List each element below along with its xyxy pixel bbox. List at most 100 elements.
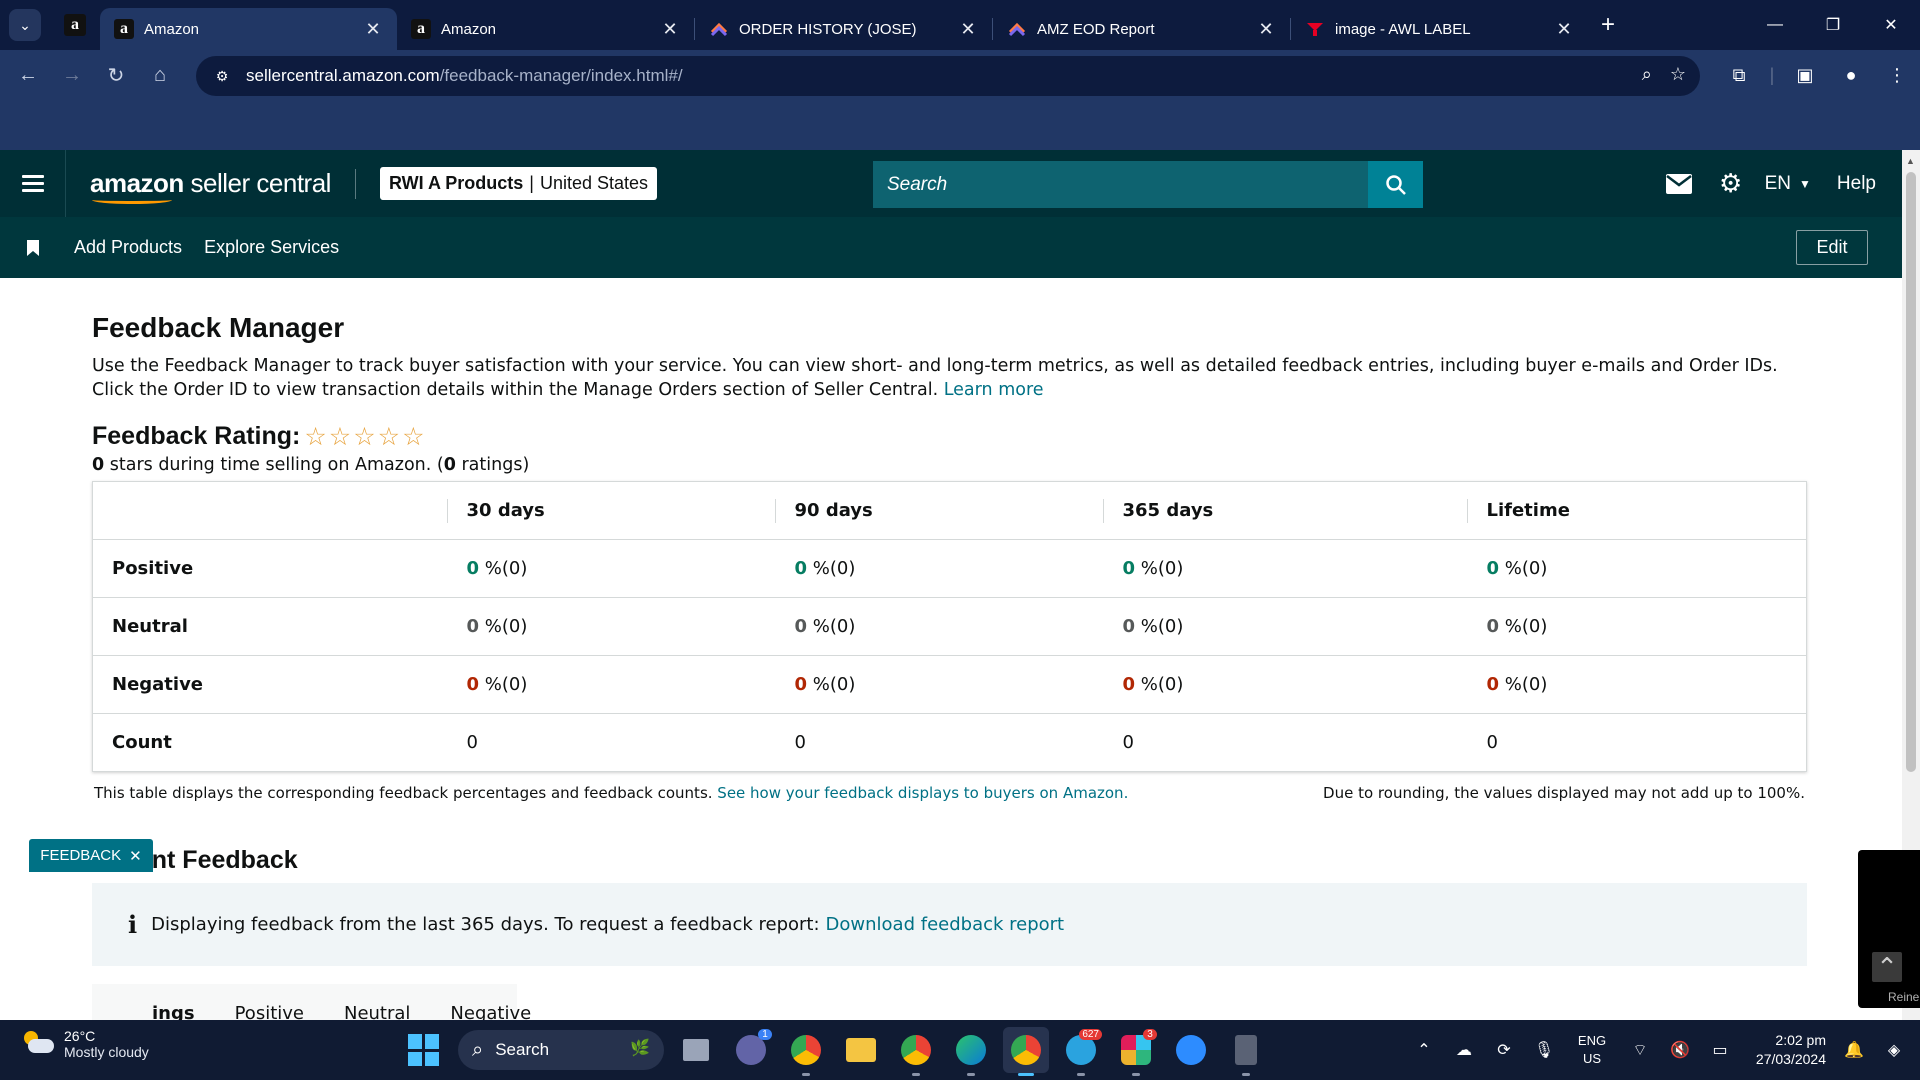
- reload-icon[interactable]: ↻: [94, 55, 138, 95]
- back-icon[interactable]: ←: [6, 55, 50, 95]
- calculator-icon[interactable]: [1223, 1027, 1269, 1076]
- zoom-icon[interactable]: ⌕: [1642, 64, 1652, 85]
- close-window-icon[interactable]: ✕: [1862, 0, 1920, 50]
- tab-order-history[interactable]: ORDER HISTORY (JOSE) ✕: [695, 8, 992, 50]
- edge-icon[interactable]: [948, 1027, 994, 1076]
- chevron-down-icon: ⌄: [9, 9, 41, 41]
- row-label: Negative: [92, 655, 447, 714]
- download-report-link[interactable]: Download feedback report: [826, 914, 1065, 935]
- close-icon[interactable]: ✕: [363, 19, 383, 40]
- account-name: RWI A Products: [388, 173, 524, 193]
- table-cell: 0 %(0): [774, 655, 1103, 714]
- explore-services-link[interactable]: Explore Services: [204, 237, 339, 258]
- home-icon[interactable]: ⌂: [138, 55, 182, 95]
- windows-start-icon[interactable]: [408, 1034, 440, 1066]
- pinned-tab[interactable]: a: [50, 0, 100, 50]
- table-cell: 0 %(0): [1466, 539, 1807, 598]
- slack-icon[interactable]: 3: [1113, 1027, 1159, 1076]
- account-switcher[interactable]: RWI A Products | United States: [379, 167, 658, 200]
- seller-central-logo[interactable]: amazon seller central: [90, 168, 331, 204]
- rating-stars: ☆ ☆ ☆ ☆ ☆: [304, 422, 424, 451]
- close-icon[interactable]: ✕: [1554, 19, 1574, 40]
- intro-text: Use the Feedback Manager to track buyer …: [92, 354, 1812, 402]
- lang-primary: ENG: [1577, 1033, 1607, 1048]
- info-text: Displaying feedback from the last 365 da…: [151, 914, 820, 935]
- tab-search-button[interactable]: ⌄: [0, 0, 50, 50]
- telegram-icon[interactable]: 627: [1058, 1027, 1104, 1076]
- close-icon[interactable]: ✕: [660, 19, 680, 40]
- feedback-widget-tab[interactable]: FEEDBACK ✕: [29, 839, 153, 872]
- tab-negative[interactable]: Negative: [450, 1003, 531, 1020]
- chevron-up-icon[interactable]: ⌃: [1872, 952, 1902, 982]
- feedback-rating: Feedback Rating: ☆ ☆ ☆ ☆ ☆: [92, 422, 1807, 451]
- site-info-icon[interactable]: ⚙: [210, 64, 234, 88]
- onedrive-cloud-icon[interactable]: ☁: [1444, 1040, 1484, 1060]
- lang-region: US: [1582, 1051, 1602, 1066]
- search-input[interactable]: Search: [873, 161, 1368, 208]
- close-icon[interactable]: ✕: [129, 847, 142, 865]
- url-text[interactable]: sellercentral.amazon.com/feedback-manage…: [246, 66, 683, 86]
- bookmark-star-icon[interactable]: ☆: [1670, 64, 1686, 85]
- file-explorer-icon[interactable]: [838, 1027, 884, 1073]
- tab-awl-label[interactable]: image - AWL LABEL ✕: [1291, 8, 1588, 50]
- tab-positive[interactable]: Positive: [235, 1003, 304, 1020]
- menu-icon[interactable]: ⋮: [1874, 65, 1920, 86]
- side-panel-icon[interactable]: ▣: [1782, 65, 1828, 86]
- search-button[interactable]: [1368, 161, 1423, 208]
- tab-neutral[interactable]: Neutral: [344, 1003, 410, 1020]
- scroll-up-icon[interactable]: ▲: [1906, 156, 1915, 166]
- address-bar[interactable]: ⚙ sellercentral.amazon.com/feedback-mana…: [196, 56, 1700, 96]
- add-products-link[interactable]: Add Products: [74, 237, 182, 258]
- edit-button[interactable]: Edit: [1796, 230, 1868, 265]
- tab-all-ratings[interactable]: ings: [152, 1003, 195, 1020]
- settings-gear-icon[interactable]: ⚙: [1705, 168, 1757, 199]
- battery-icon[interactable]: ▭: [1700, 1040, 1740, 1060]
- rounding-note: Due to rounding, the values displayed ma…: [1323, 784, 1805, 802]
- weather-widget[interactable]: 26°C Mostly cloudy: [20, 1028, 149, 1060]
- profile-icon[interactable]: ●: [1828, 65, 1874, 86]
- forward-icon[interactable]: →: [50, 55, 94, 95]
- hamburger-menu-icon[interactable]: [0, 150, 66, 217]
- web-page: amazon seller central RWI A Products | U…: [0, 150, 1902, 1020]
- teams-icon[interactable]: 1: [728, 1027, 774, 1073]
- volume-muted-icon[interactable]: 🔇: [1660, 1040, 1700, 1060]
- chrome-profile-icon[interactable]: [893, 1027, 939, 1076]
- mail-icon[interactable]: [1653, 173, 1705, 194]
- learn-more-link[interactable]: Learn more: [944, 380, 1044, 400]
- chrome-icon[interactable]: [783, 1027, 829, 1076]
- chevron-up-icon[interactable]: ⌃: [1404, 1040, 1444, 1060]
- floating-side-panel[interactable]: ⌃ Reine: [1858, 850, 1920, 1008]
- close-icon[interactable]: ✕: [1256, 19, 1276, 40]
- tab-amazon-active[interactable]: a Amazon ✕: [100, 8, 397, 50]
- feedback-display-link[interactable]: See how your feedback displays to buyers…: [717, 784, 1128, 802]
- microphone-icon[interactable]: 🎙: [1524, 1040, 1564, 1060]
- star-empty-icon: ☆: [353, 422, 376, 451]
- minimize-icon[interactable]: —: [1746, 0, 1804, 50]
- chrome-active-icon[interactable]: [1003, 1027, 1049, 1076]
- zoom-icon[interactable]: [1168, 1027, 1214, 1073]
- tab-eod-report[interactable]: AMZ EOD Report ✕: [993, 8, 1290, 50]
- wifi-icon[interactable]: ⌔: [1620, 1040, 1660, 1060]
- help-link[interactable]: Help: [1837, 173, 1876, 195]
- clickup-icon: [1008, 22, 1026, 37]
- copilot-icon[interactable]: ◈: [1874, 1040, 1914, 1060]
- sync-icon[interactable]: ⟳: [1484, 1040, 1524, 1060]
- extensions-icon[interactable]: ⧉: [1716, 65, 1762, 86]
- bookmark-icon[interactable]: [0, 239, 66, 256]
- url-path: /feedback-manager/index.html#/: [439, 66, 683, 85]
- taskbar-search[interactable]: ⌕ Search 🌿: [458, 1030, 664, 1070]
- language-selector[interactable]: EN ▼: [1765, 173, 1811, 195]
- tab-amazon[interactable]: a Amazon ✕: [397, 8, 694, 50]
- footnote-text: This table displays the corresponding fe…: [94, 784, 718, 802]
- notification-bell-icon[interactable]: 🔔: [1834, 1040, 1874, 1060]
- clock[interactable]: 2:02 pm 27/03/2024: [1740, 1031, 1826, 1069]
- new-tab-button[interactable]: +: [1588, 0, 1628, 50]
- scrollbar-thumb[interactable]: [1906, 172, 1916, 772]
- info-alert: i Displaying feedback from the last 365 …: [92, 883, 1807, 966]
- input-language[interactable]: ENG US: [1564, 1032, 1620, 1068]
- window-controls: — ❐ ✕: [1746, 0, 1920, 50]
- restore-icon[interactable]: ❐: [1804, 0, 1862, 50]
- task-view-icon[interactable]: [673, 1027, 719, 1073]
- star-empty-icon: ☆: [328, 422, 352, 451]
- close-icon[interactable]: ✕: [958, 19, 978, 40]
